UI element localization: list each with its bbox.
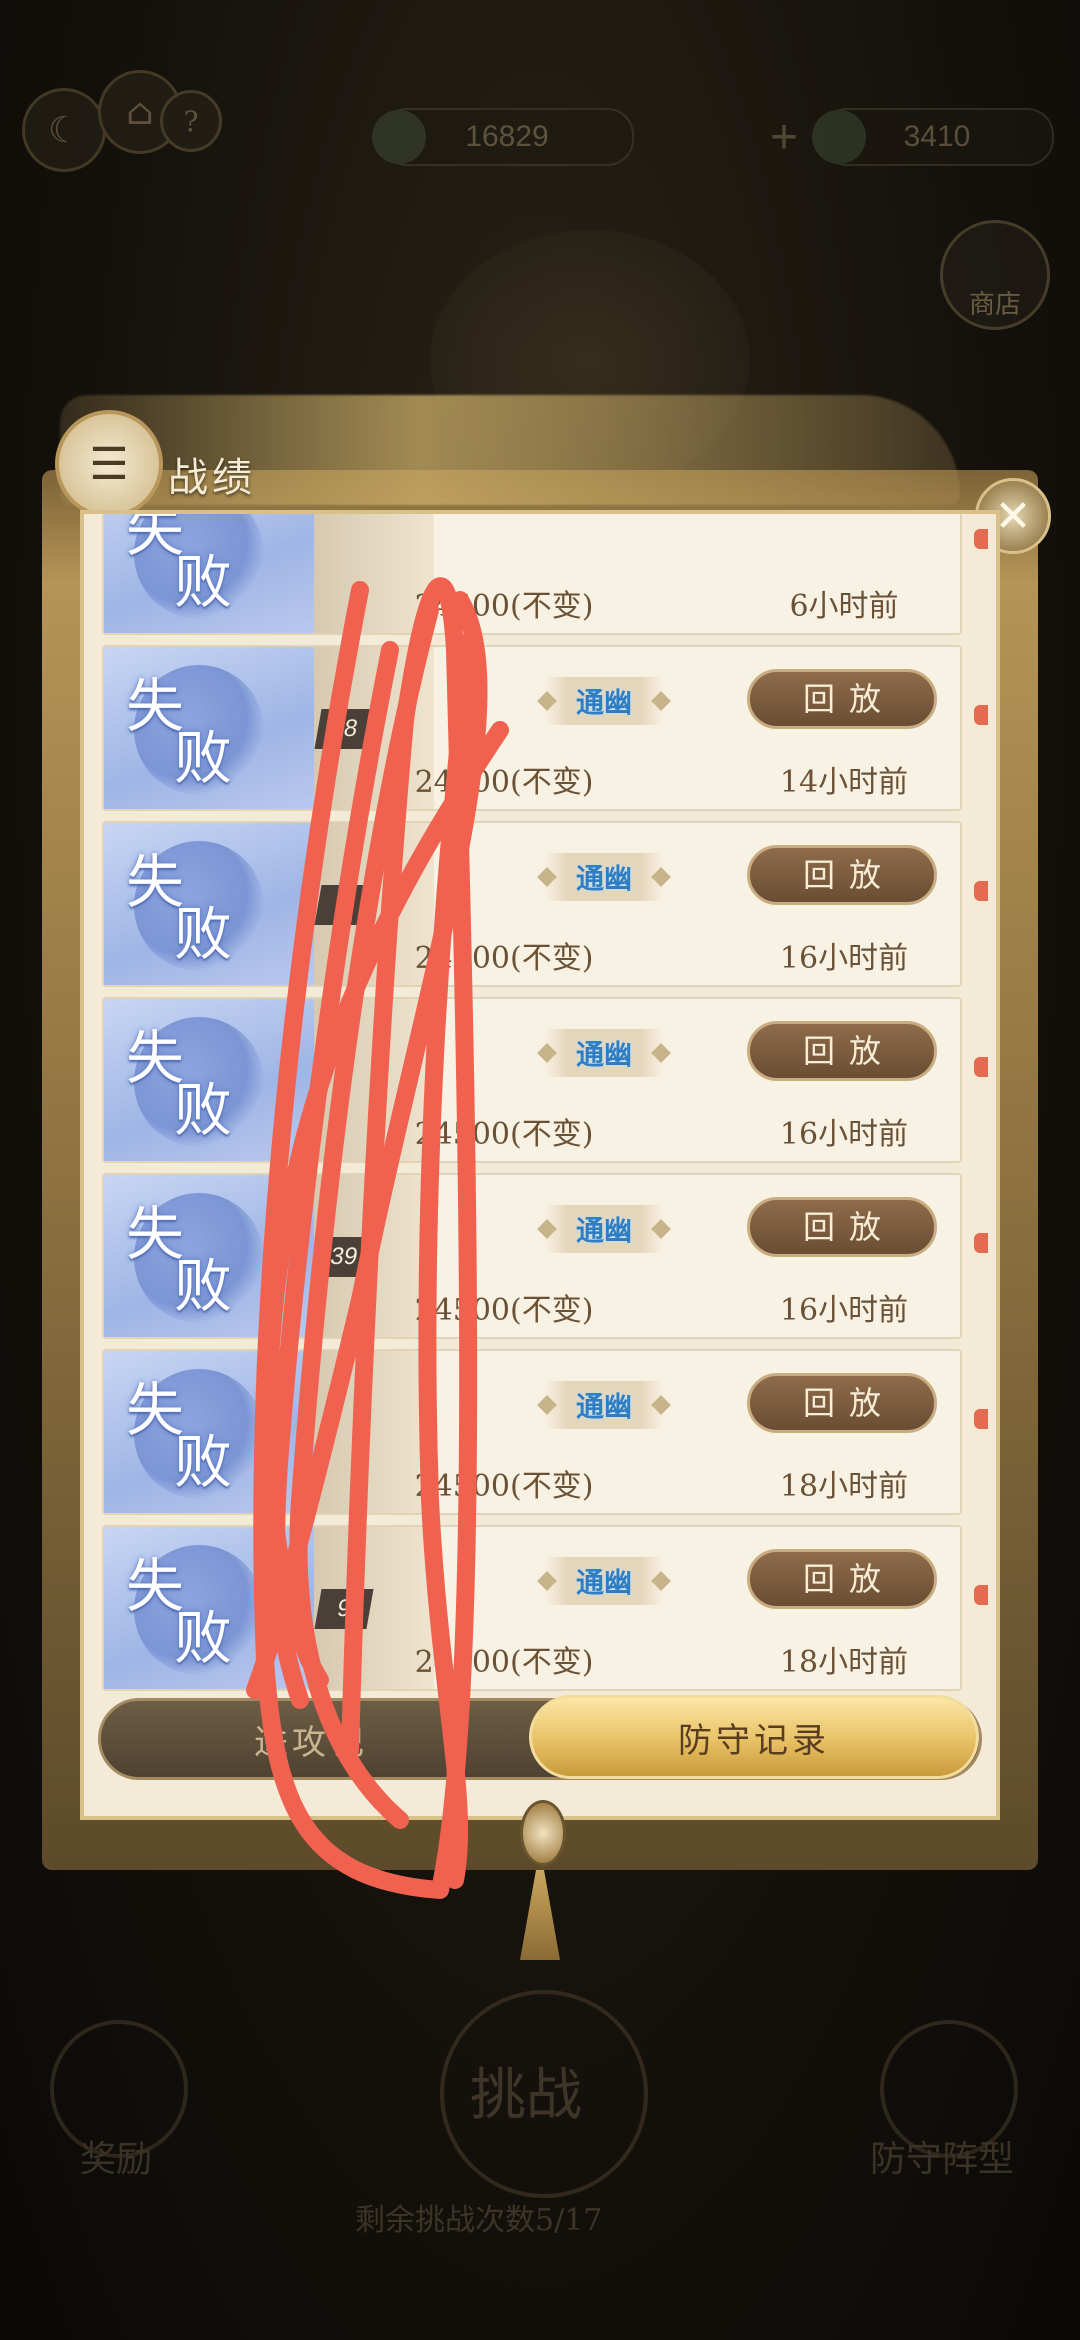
challenge-label: 挑战 xyxy=(470,2063,582,2128)
result-char-1: 失 xyxy=(126,1200,184,1268)
tassel-icon xyxy=(520,1870,560,1960)
remaining-challenges: 剩余挑战次数5/17 xyxy=(355,2203,603,2238)
opponent-level: 39 xyxy=(314,1237,374,1277)
rank-tag: 通幽 xyxy=(544,853,664,901)
score-change: 24500(不变) xyxy=(414,1293,594,1328)
record-row: 失 败 8 通幽 回放 24500(不变) 16小时前 xyxy=(102,821,962,987)
rank-tag: 通幽 xyxy=(544,1029,664,1077)
opponent-name: 炎色 xyxy=(404,510,460,514)
defeat-badge: 失 败 xyxy=(104,1351,314,1513)
record-tabs: 进攻记 防守记录 xyxy=(98,1695,982,1780)
score-change: 24500(不变) xyxy=(414,589,594,624)
back-icon[interactable]: ☾ xyxy=(22,88,106,172)
new-indicator xyxy=(974,1057,988,1077)
panel-title: 战绩 xyxy=(168,455,256,501)
result-char-1: 失 xyxy=(126,510,184,564)
reward-label: 奖励 xyxy=(80,2139,153,2180)
result-char-1: 失 xyxy=(126,672,184,740)
opponent-level: 8 xyxy=(314,885,374,925)
defeat-badge: 失 败 xyxy=(104,1527,314,1689)
new-indicator xyxy=(974,529,988,549)
scroll-icon: ☰ xyxy=(55,410,163,518)
currency-jade: 16829 xyxy=(372,108,634,166)
defeat-badge: 失 败 xyxy=(104,1175,314,1337)
close-icon: ✕ xyxy=(994,490,1032,542)
defeat-badge: 失 败 xyxy=(104,510,314,633)
replay-button[interactable]: 回放 xyxy=(747,1197,937,1257)
record-row: 失 败 9 通幽 回放 24500(不变) 18小时前 xyxy=(102,1525,962,1691)
record-time: 16小时前 xyxy=(779,1117,909,1152)
record-time: 16小时前 xyxy=(779,1293,909,1328)
record-time: 16小时前 xyxy=(779,941,909,976)
tab-attack-records[interactable]: 进攻记 xyxy=(101,1701,521,1777)
score-change: 24500(不变) xyxy=(414,765,594,800)
record-time: 14小时前 xyxy=(779,765,909,800)
result-char-2: 败 xyxy=(174,724,232,792)
rank-tag: 通幽 xyxy=(544,1381,664,1429)
defeat-badge: 失 败 xyxy=(104,823,314,985)
record-row: 失 败 24500(不变) 6小时前 炎色 xyxy=(102,510,962,635)
result-char-1: 失 xyxy=(126,1552,184,1620)
tab-defense-records[interactable]: 防守记录 xyxy=(529,1695,979,1779)
result-char-2: 败 xyxy=(174,1428,232,1496)
opponent-level: 9 xyxy=(314,1589,374,1629)
record-time: 6小时前 xyxy=(789,589,899,624)
top-bar: ☾ ⌂ ? 16829 + 3410 xyxy=(0,0,1080,260)
replay-button[interactable]: 回放 xyxy=(747,845,937,905)
tassel-knot-icon xyxy=(520,1800,566,1866)
score-change: 24500(不变) xyxy=(414,1469,594,1504)
rank-tag: 通幽 xyxy=(544,1205,664,1253)
record-time: 18小时前 xyxy=(779,1645,909,1680)
result-char-1: 失 xyxy=(126,1376,184,1444)
result-char-2: 败 xyxy=(174,900,232,968)
bottom-menu: 奖励 挑战 防守阵型 剩余挑战次数5/17 xyxy=(0,1960,1080,2340)
shop-button[interactable]: 商店 xyxy=(940,220,1050,330)
result-char-2: 败 xyxy=(174,1252,232,1320)
defeat-badge: 失 败 xyxy=(104,647,314,809)
score-change: 24500(不变) xyxy=(414,1645,594,1680)
new-indicator xyxy=(974,1409,988,1429)
result-char-1: 失 xyxy=(126,1024,184,1092)
opponent-level: 88 xyxy=(314,709,374,749)
currency-jade-value: 16829 xyxy=(465,120,549,153)
new-indicator xyxy=(974,705,988,725)
record-row: 失 败 通幽 回放 24500(不变) 16小时前 xyxy=(102,997,962,1163)
replay-button[interactable]: 回放 xyxy=(747,669,937,729)
defeat-badge: 失 败 xyxy=(104,999,314,1161)
result-char-1: 失 xyxy=(126,848,184,916)
jade-icon xyxy=(372,110,426,164)
new-indicator xyxy=(974,1585,988,1605)
leaf-icon xyxy=(812,110,866,164)
record-row: 失 败 通幽 回放 24500(不变) 18小时前 xyxy=(102,1349,962,1515)
defense-lineup-label: 防守阵型 xyxy=(870,2139,1015,2180)
replay-button[interactable]: 回放 xyxy=(747,1549,937,1609)
record-row: 失 败 88 通幽 回放 24500(不变) 14小时前 xyxy=(102,645,962,811)
score-change: 24500(不变) xyxy=(414,1117,594,1152)
record-row: 失 败 39 通幽 回放 24500(不变) 16小时前 xyxy=(102,1173,962,1339)
record-time: 18小时前 xyxy=(779,1469,909,1504)
score-change: 24500(不变) xyxy=(414,941,594,976)
replay-button[interactable]: 回放 xyxy=(747,1021,937,1081)
new-indicator xyxy=(974,1233,988,1253)
currency-leaf-value: 3410 xyxy=(903,120,971,153)
currency-leaf: 3410 xyxy=(812,108,1054,166)
result-char-2: 败 xyxy=(174,1076,232,1144)
records-list-container[interactable]: 失 败 24500(不变) 6小时前 炎色 失 败 88 通幽 回放 24500… xyxy=(80,510,1000,1820)
replay-button[interactable]: 回放 xyxy=(747,1373,937,1433)
add-currency-button[interactable]: + xyxy=(770,110,798,165)
new-indicator xyxy=(974,881,988,901)
rank-tag: 通幽 xyxy=(544,1557,664,1605)
help-icon[interactable]: ? xyxy=(160,90,222,152)
rank-tag: 通幽 xyxy=(544,677,664,725)
result-char-2: 败 xyxy=(174,1604,232,1672)
shop-label: 商店 xyxy=(968,290,1021,320)
result-char-2: 败 xyxy=(174,548,232,616)
